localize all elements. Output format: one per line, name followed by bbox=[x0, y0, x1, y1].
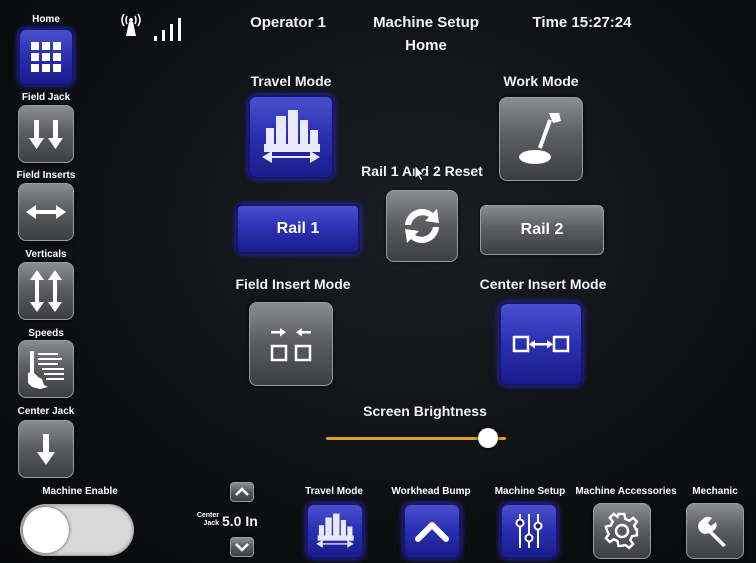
time-display: Time 15:27:24 bbox=[532, 14, 632, 31]
travel-mode-label: Travel Mode bbox=[250, 73, 332, 89]
center-insert-icon bbox=[512, 335, 570, 353]
machine-travel-icon bbox=[262, 110, 320, 163]
screen-subtitle: Home bbox=[405, 37, 447, 54]
hmi-screen: Operator 1 Machine Setup Home Time 15:27… bbox=[0, 0, 756, 563]
gear-icon bbox=[604, 512, 639, 550]
workhead-bump-button[interactable] bbox=[403, 503, 461, 559]
rail-1-button[interactable]: Rail 1 bbox=[236, 204, 360, 254]
rail-reset-button[interactable] bbox=[386, 190, 458, 262]
sidebar-item-field-jack[interactable] bbox=[18, 105, 74, 163]
field-insert-icon bbox=[270, 328, 312, 362]
sidebar-item-field-inserts-label: Field Inserts bbox=[16, 170, 76, 181]
bottom-travel-mode-button[interactable] bbox=[306, 503, 364, 559]
machine-accessories-label: Machine Accessories bbox=[575, 486, 677, 497]
speed-gauge-icon bbox=[28, 351, 64, 389]
sidebar-item-verticals[interactable] bbox=[18, 262, 74, 320]
machine-enable-label: Machine Enable bbox=[42, 486, 118, 497]
sidebar-item-speeds-label: Speeds bbox=[28, 328, 64, 339]
chevron-up-icon bbox=[235, 487, 249, 496]
vertical-double-arrow-icon bbox=[30, 270, 62, 312]
machine-enable-toggle[interactable] bbox=[20, 504, 134, 556]
field-insert-mode-label: Field Insert Mode bbox=[235, 276, 351, 292]
machine-travel-icon bbox=[316, 513, 354, 548]
bottom-travel-mode-label: Travel Mode bbox=[305, 486, 363, 497]
sidebar-item-center-jack[interactable] bbox=[18, 420, 74, 478]
screen-title: Machine Setup bbox=[373, 14, 479, 31]
operator-label: Operator 1 bbox=[250, 14, 326, 31]
mechanic-label: Mechanic bbox=[692, 486, 738, 497]
workhead-bump-label: Workhead Bump bbox=[391, 486, 471, 497]
brightness-slider-track[interactable] bbox=[326, 428, 506, 448]
double-down-arrow-icon bbox=[29, 120, 63, 149]
screen-brightness-label: Screen Brightness bbox=[363, 403, 487, 419]
machine-accessories-button[interactable] bbox=[593, 503, 651, 559]
work-mode-button[interactable] bbox=[499, 97, 583, 181]
travel-mode-button[interactable] bbox=[248, 95, 334, 179]
antenna-icon bbox=[118, 10, 144, 38]
rail-2-button[interactable]: Rail 2 bbox=[480, 205, 604, 255]
mechanic-button[interactable] bbox=[686, 503, 744, 559]
chevron-down-icon bbox=[235, 543, 249, 552]
sync-arrows-icon bbox=[405, 208, 439, 244]
cursor-icon bbox=[414, 163, 426, 182]
sliders-icon bbox=[515, 514, 543, 548]
center-jack-small-label-line1: Center bbox=[196, 512, 219, 519]
center-jack-down-button[interactable] bbox=[230, 537, 254, 557]
brightness-slider-knob[interactable] bbox=[478, 428, 498, 448]
sidebar-item-field-inserts[interactable] bbox=[18, 183, 74, 241]
center-insert-mode-button[interactable] bbox=[499, 302, 583, 386]
rail-1-label: Rail 1 bbox=[276, 220, 320, 237]
signal-strength-icon bbox=[152, 18, 188, 42]
grid-icon bbox=[31, 42, 61, 72]
work-mode-label: Work Mode bbox=[503, 73, 579, 89]
center-jack-small-label: Center Jack bbox=[193, 512, 219, 528]
center-jack-value: 5.0 In bbox=[222, 513, 258, 529]
sidebar-item-verticals-label: Verticals bbox=[25, 249, 67, 260]
center-jack-up-button[interactable] bbox=[230, 482, 254, 502]
rail-2-label: Rail 2 bbox=[520, 221, 564, 238]
wrench-icon bbox=[698, 516, 726, 547]
sidebar-item-center-jack-label: Center Jack bbox=[17, 406, 75, 417]
center-insert-mode-label: Center Insert Mode bbox=[479, 276, 607, 292]
sidebar-item-speeds[interactable] bbox=[18, 340, 74, 398]
sidebar-item-field-jack-label: Field Jack bbox=[21, 92, 71, 103]
horizontal-double-arrow-icon bbox=[26, 205, 66, 219]
machine-setup-label: Machine Setup bbox=[494, 486, 566, 497]
field-insert-mode-button[interactable] bbox=[249, 302, 333, 386]
spade-icon bbox=[519, 113, 561, 164]
chevron-up-icon bbox=[415, 522, 449, 542]
down-arrow-icon bbox=[37, 434, 55, 465]
center-jack-small-label-line2: Jack bbox=[203, 520, 219, 527]
sidebar-item-home-label: Home bbox=[32, 14, 60, 25]
sidebar-item-home[interactable] bbox=[18, 28, 74, 86]
machine-setup-button[interactable] bbox=[500, 503, 558, 559]
toggle-knob bbox=[23, 507, 69, 553]
